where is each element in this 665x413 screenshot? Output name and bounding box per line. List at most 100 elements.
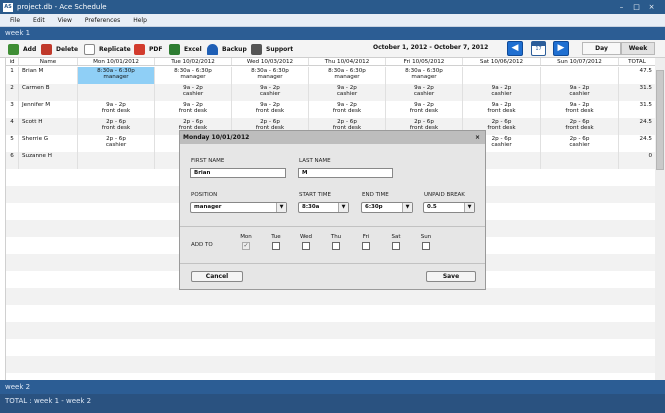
add-button[interactable]: Add (8, 43, 36, 55)
unpaid-break-select[interactable]: 0.5 ▼ (423, 202, 475, 213)
save-button[interactable]: Save (426, 271, 476, 282)
backup-button[interactable]: Backup (207, 43, 247, 55)
checkbox-tue[interactable] (272, 242, 280, 250)
day-view-button[interactable]: Day (582, 42, 621, 55)
employee-name-cell[interactable]: Suzanne H (19, 152, 78, 169)
shift-cell[interactable]: 9a - 2p front desk (309, 101, 386, 118)
column-header[interactable]: Mon 10/01/2012 (78, 58, 155, 65)
shift-cell[interactable]: 9a - 2p cashier (232, 84, 309, 101)
column-header[interactable]: Fri 10/05/2012 (386, 58, 463, 65)
end-time-select[interactable]: 6:30p ▼ (361, 202, 413, 213)
shift-cell[interactable]: 9a - 2p front desk (78, 101, 155, 118)
shift-cell[interactable]: 9a - 2p cashier (309, 84, 386, 101)
shift-cell[interactable]: 8:30a - 6:30p manager (155, 67, 232, 84)
chevron-down-icon: ▼ (338, 203, 348, 212)
shift-cell[interactable]: 9a - 2p cashier (463, 84, 541, 101)
first-name-field[interactable]: Brian (190, 168, 286, 178)
pdf-button[interactable]: PDF (134, 43, 162, 55)
shift-cell[interactable]: 8:30a - 6:30p manager (309, 67, 386, 84)
shift-cell[interactable]: 9a - 2p cashier (155, 84, 232, 101)
shift-position: front desk (101, 108, 131, 115)
minimize-icon[interactable]: – (617, 3, 626, 11)
employee-name-cell[interactable]: Scott H (19, 118, 78, 135)
shift-cell[interactable] (463, 67, 541, 84)
column-header[interactable]: Tue 10/02/2012 (155, 58, 232, 65)
employee-name-cell[interactable]: Sherrie G (19, 135, 78, 152)
checkbox-mon[interactable]: ✓ (242, 242, 250, 250)
support-button[interactable]: Support (251, 43, 293, 55)
next-week-button[interactable]: ▶ (553, 41, 569, 56)
checkbox-thu[interactable] (332, 242, 340, 250)
shift-cell[interactable]: 2p - 6p front desk (78, 118, 155, 135)
close-icon[interactable]: × (647, 3, 656, 11)
shift-cell[interactable]: 2p - 6pcashier (541, 135, 619, 152)
shift-cell[interactable]: 9a - 2p front desk (463, 101, 541, 118)
menu-file[interactable]: File (10, 17, 20, 24)
scrollbar-thumb[interactable] (656, 70, 664, 170)
week-view-button[interactable]: Week (621, 42, 655, 55)
replicate-button[interactable]: Replicate (84, 43, 131, 55)
shift-dialog: Monday 10/01/2012 × FIRST NAME Brian LAS… (179, 130, 486, 290)
shift-cell[interactable]: 9a - 2p front desk (155, 101, 232, 118)
column-header[interactable]: TOTAL (619, 58, 655, 65)
shift-cell[interactable] (78, 152, 155, 169)
end-time-label: END TIME (362, 192, 389, 198)
excel-button[interactable]: Excel (169, 43, 202, 55)
column-header[interactable]: Thu 10/04/2012 (309, 58, 386, 65)
arrow-left-icon: ◀ (511, 43, 519, 53)
maximize-icon[interactable]: □ (632, 3, 641, 11)
week-2-bar[interactable]: week 2 (0, 380, 665, 394)
menu-view[interactable]: View (58, 17, 72, 24)
shift-cell[interactable]: 9a - 2p cashier (541, 84, 619, 101)
delete-button[interactable]: Delete (41, 43, 78, 55)
checkbox-fri[interactable] (362, 242, 370, 250)
position-value: manager (194, 204, 222, 210)
employee-name-cell[interactable]: Jennifer M (19, 101, 78, 118)
checkbox-sun[interactable] (422, 242, 430, 250)
table-row: 3 Jennifer M 9a - 2p front desk 9a - 2p front… (6, 101, 655, 118)
row-id-cell: 2 (6, 84, 19, 101)
column-header[interactable]: Sat 10/06/2012 (463, 58, 541, 65)
column-header[interactable]: id (6, 58, 19, 65)
shift-cell[interactable] (541, 67, 619, 84)
shift-cell[interactable]: 8:30a - 6:30p manager (386, 67, 463, 84)
start-time-value: 8:30a (302, 204, 320, 210)
menu-preferences[interactable]: Preferences (85, 17, 120, 24)
start-time-select[interactable]: 8:30a ▼ (298, 202, 349, 213)
shift-cell[interactable]: 8:30a - 6:30p manager (232, 67, 309, 84)
menu-edit[interactable]: Edit (33, 17, 45, 24)
employee-name-cell[interactable]: Brian M (19, 67, 78, 84)
shift-cell[interactable]: 8:30a - 6:30p manager (78, 67, 155, 84)
dialog-close-icon[interactable]: × (475, 131, 480, 144)
dialog-divider (180, 226, 485, 227)
shift-cell[interactable] (78, 84, 155, 101)
previous-week-button[interactable]: ◀ (507, 41, 523, 56)
table-row: 1 Brian M 8:30a - 6:30p manager 8:30a - 6:30… (6, 67, 655, 84)
column-header[interactable]: Name (19, 58, 78, 65)
shift-cell[interactable]: 2p - 6p front desk (541, 118, 619, 135)
cancel-button[interactable]: Cancel (191, 271, 243, 282)
copy-icon (84, 43, 95, 55)
calendar-button[interactable]: 17 (531, 41, 546, 56)
app-icon: AS (3, 2, 13, 12)
total-bar[interactable]: TOTAL : week 1 - week 2 (0, 394, 665, 413)
shift-cell[interactable]: 9a - 2p front desk (541, 101, 619, 118)
employee-name-cell[interactable]: Carmen B (19, 84, 78, 101)
shift-cell[interactable]: 2p - 6pcashier (78, 135, 155, 152)
week-1-bar[interactable]: week 1 (0, 27, 665, 40)
shift-position: cashier (182, 91, 204, 98)
shift-cell[interactable]: 9a - 2p cashier (386, 84, 463, 101)
excel-icon (169, 43, 180, 55)
shift-cell[interactable]: 9a - 2p front desk (386, 101, 463, 118)
position-select[interactable]: manager ▼ (190, 202, 287, 213)
menu-help[interactable]: Help (133, 17, 147, 24)
vertical-scrollbar[interactable] (655, 58, 665, 380)
column-header[interactable]: Sun 10/07/2012 (541, 58, 619, 65)
shift-cell[interactable]: 9a - 2p front desk (232, 101, 309, 118)
column-header[interactable]: Wed 10/03/2012 (232, 58, 309, 65)
checkbox-sat[interactable] (392, 242, 400, 250)
last-name-field[interactable]: M (298, 168, 393, 178)
checkbox-wed[interactable] (302, 242, 310, 250)
shift-cell[interactable] (541, 152, 619, 169)
dialog-divider (180, 263, 485, 264)
